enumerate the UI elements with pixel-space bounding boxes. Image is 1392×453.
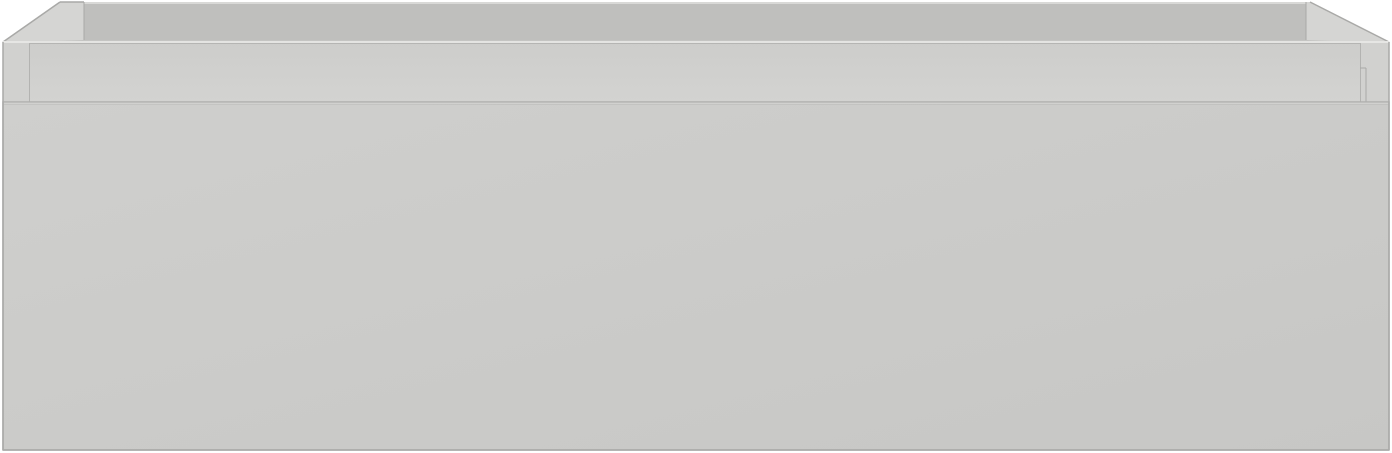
drawer-render: [0, 0, 1392, 453]
drawer-interior: [30, 2, 1360, 42]
drawer-inner-rim: [30, 41, 1360, 102]
drawer-front-panel: [2, 101, 1390, 451]
drawer-illustration: [2, 1, 1390, 451]
